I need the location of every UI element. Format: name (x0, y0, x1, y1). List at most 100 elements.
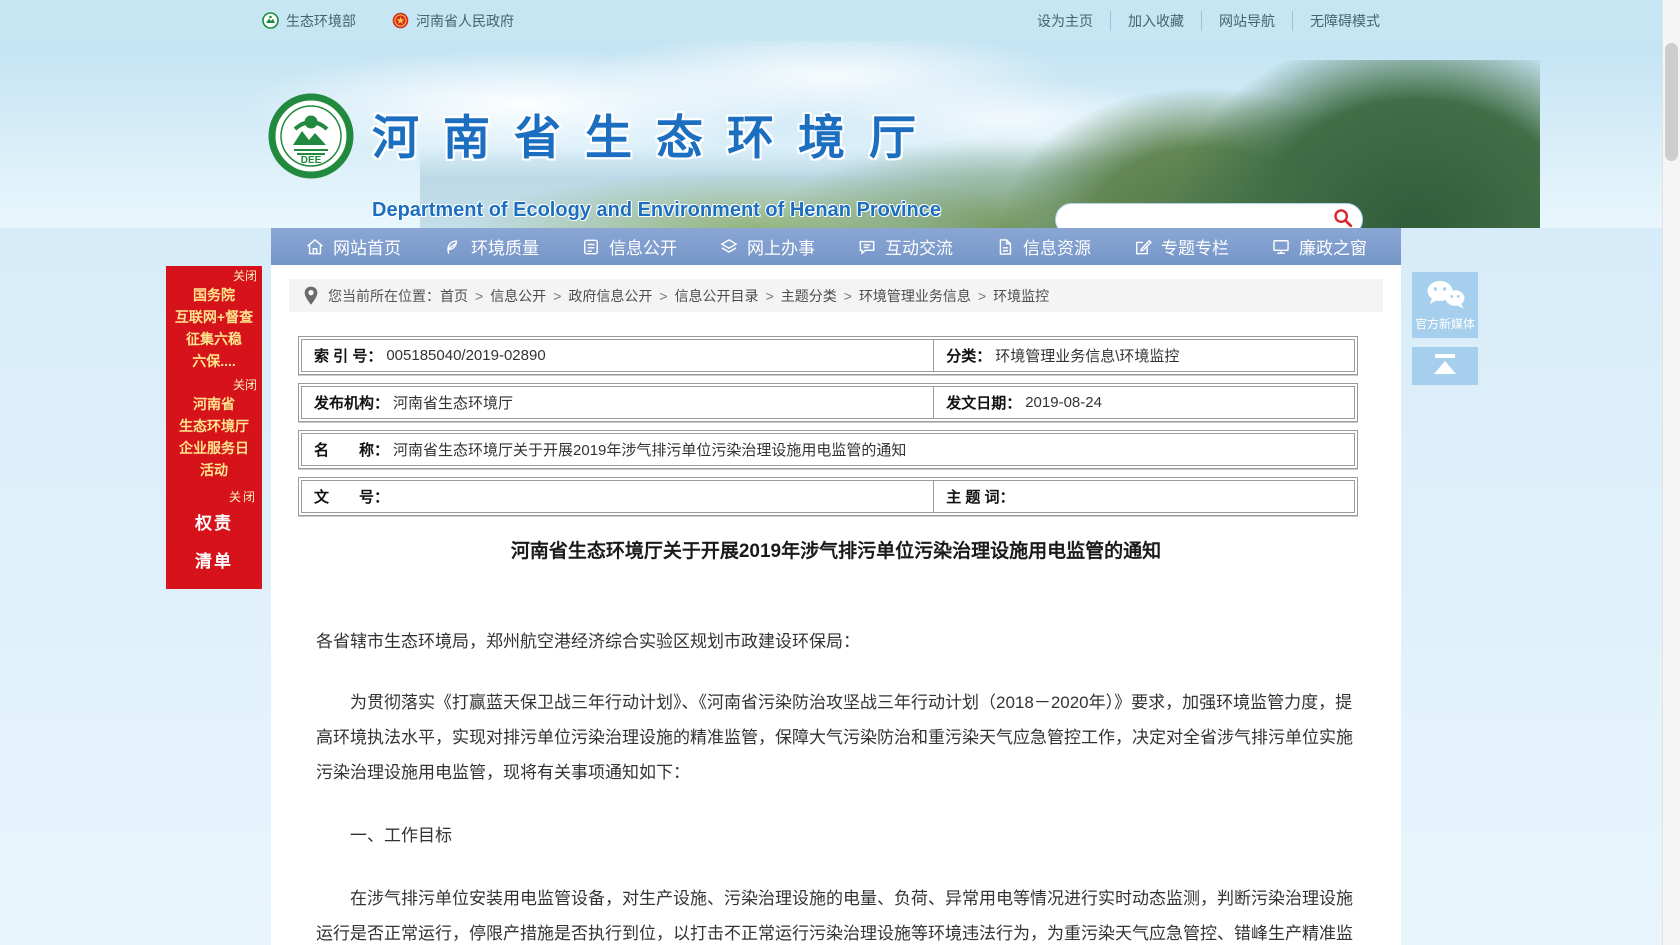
back-to-top-button[interactable] (1412, 347, 1478, 385)
float-ad-line: 权责 (166, 505, 262, 543)
link-add-favorite[interactable]: 加入收藏 (1110, 11, 1201, 31)
location-pin-icon (303, 286, 319, 306)
document-info-table: 索 引 号： 005185040/2019-02890 分类： 环境管理业务信息… (298, 336, 1358, 516)
cell-document-number: 文 号： (302, 481, 933, 512)
article-paragraph: 在涉气排污单位安装用电监管设备，对生产设施、污染治理设施的电量、负荷、异常用电等… (316, 881, 1356, 945)
topbar-tool-links: 设为主页 加入收藏 网站导航 无障碍模式 (1020, 11, 1397, 31)
close-button[interactable]: 关闭 (166, 489, 262, 505)
article-paragraph: 为贯彻落实《打赢蓝天保卫战三年行动计划》、《河南省污染防治攻坚战三年行动计划（2… (316, 685, 1356, 790)
nav-item-label: 网上办事 (747, 234, 815, 259)
article-salutation: 各省辖市生态环境局，郑州航空港经济综合实验区规划市政建设环保局： (316, 624, 1356, 659)
file-icon (995, 237, 1015, 257)
table-row: 发布机构： 河南省生态环境厅 发文日期： 2019-08-24 (298, 383, 1358, 422)
table-row: 索 引 号： 005185040/2019-02890 分类： 环境管理业务信息… (298, 336, 1358, 375)
breadcrumb-topic-category[interactable]: 主题分类 (781, 286, 837, 306)
edit-icon (1133, 237, 1153, 257)
float-ad-state-council[interactable]: 关闭 国务院 互联网+督查 征集六稳 六保.... (166, 266, 262, 380)
table-row: 文 号： 主 题 词： (298, 477, 1358, 516)
float-ad-line: 河南省 (166, 393, 262, 415)
article: 河南省生态环境厅关于开展2019年涉气排污单位污染治理设施用电监管的通知 各省辖… (316, 538, 1356, 945)
cell-document-name: 名 称： 河南省生态环境厅关于开展2019年涉气排污单位污染治理设施用电监管的通… (302, 434, 1354, 465)
float-ad-line: 活动 (166, 459, 262, 481)
breadcrumb-catalog[interactable]: 信息公开目录 (675, 286, 759, 306)
site-title: 河南省生态环境厅 (372, 99, 940, 168)
nav-item-integrity-window[interactable]: 廉政之窗 (1271, 234, 1367, 259)
vertical-scrollbar[interactable] (1662, 0, 1680, 945)
breadcrumb-env-mgmt-info[interactable]: 环境管理业务信息 (859, 286, 971, 306)
logo-dee-text: DEE (301, 155, 322, 166)
home-icon (305, 237, 325, 257)
nav-item-special-topics[interactable]: 专题专栏 (1133, 234, 1229, 259)
nav-item-label: 网站首页 (333, 234, 401, 259)
float-ad-line: 征集六稳 (166, 328, 262, 350)
breadcrumb-separator: > (844, 288, 852, 304)
search-button[interactable] (1332, 207, 1354, 228)
link-accessibility-mode[interactable]: 无障碍模式 (1292, 11, 1397, 31)
nav-item-interaction[interactable]: 互动交流 (857, 234, 953, 259)
monitor-icon (1271, 237, 1291, 257)
layers-icon (719, 237, 739, 257)
header-banner: DEE 河南省生态环境厅 Department of Ecology and E… (0, 41, 1680, 228)
site-logo: DEE (268, 93, 354, 184)
close-button[interactable]: 关闭 (166, 268, 262, 284)
wechat-icon (1422, 299, 1468, 316)
breadcrumb-separator: > (475, 288, 483, 304)
nav-item-online-services[interactable]: 网上办事 (719, 234, 815, 259)
float-ad-line: 企业服务日 (166, 437, 262, 459)
nav-item-env-quality[interactable]: 环境质量 (443, 234, 539, 259)
breadcrumb-info-disclosure[interactable]: 信息公开 (490, 286, 546, 306)
breadcrumb-prefix: 您当前所在位置： (328, 286, 440, 306)
topbar-quick-links: 生态环境部 河南省人民政府 (262, 11, 514, 31)
cell-issuing-agency: 发布机构： 河南省生态环境厅 (302, 387, 933, 418)
search-input[interactable] (1072, 212, 1332, 228)
search-box (1055, 203, 1363, 228)
float-ad-line: 互联网+督查 (166, 306, 262, 328)
breadcrumb-separator: > (766, 288, 774, 304)
nav-item-label: 互动交流 (885, 234, 953, 259)
breadcrumb-gov-info[interactable]: 政府信息公开 (568, 286, 652, 306)
nav-item-label: 信息资源 (1023, 234, 1091, 259)
nav-item-label: 环境质量 (471, 234, 539, 259)
float-ad-line: 生态环境厅 (166, 415, 262, 437)
nav-item-label: 信息公开 (609, 234, 677, 259)
link-set-homepage[interactable]: 设为主页 (1020, 11, 1110, 31)
float-ad-line: 清单 (166, 543, 262, 581)
breadcrumb-current: 环境监控 (993, 286, 1049, 306)
site-subtitle: Department of Ecology and Environment of… (372, 199, 941, 222)
back-to-top-icon (1428, 352, 1462, 381)
search-icon (1332, 207, 1354, 228)
float-ad-line: 国务院 (166, 284, 262, 306)
content-column: 您当前所在位置： 首页 > 信息公开 > 政府信息公开 > 信息公开目录 > 主… (271, 265, 1401, 945)
official-media-label: 官方新媒体 (1412, 317, 1478, 331)
cell-index-number: 索 引 号： 005185040/2019-02890 (302, 340, 933, 371)
topbar: 生态环境部 河南省人民政府 设为主页 加入收藏 网站导航 无障碍模式 (0, 0, 1680, 41)
breadcrumb-home[interactable]: 首页 (440, 286, 468, 306)
table-row: 名 称： 河南省生态环境厅关于开展2019年涉气排污单位污染治理设施用电监管的通… (298, 430, 1358, 469)
official-media-widget[interactable]: 官方新媒体 (1412, 272, 1478, 338)
mee-logo-icon (262, 12, 279, 29)
document-icon (581, 237, 601, 257)
float-ad-line: 六保.... (166, 350, 262, 372)
leaf-icon (443, 237, 463, 257)
breadcrumb: 您当前所在位置： 首页 > 信息公开 > 政府信息公开 > 信息公开目录 > 主… (289, 279, 1383, 312)
nav-item-home[interactable]: 网站首页 (305, 234, 401, 259)
chat-icon (857, 237, 877, 257)
scrollbar-thumb[interactable] (1665, 43, 1678, 161)
link-mee[interactable]: 生态环境部 (262, 11, 356, 31)
nav-item-label: 专题专栏 (1161, 234, 1229, 259)
nav-item-label: 廉政之窗 (1299, 234, 1367, 259)
float-ad-enterprise-service[interactable]: 关闭 河南省 生态环境厅 企业服务日 活动 (166, 375, 262, 489)
nav-item-info-disclosure[interactable]: 信息公开 (581, 234, 677, 259)
cell-issue-date: 发文日期： 2019-08-24 (933, 387, 1354, 418)
float-ad-responsibility-list[interactable]: 关闭 权责 清单 (166, 487, 262, 589)
link-site-map[interactable]: 网站导航 (1201, 11, 1292, 31)
link-henan-gov-label: 河南省人民政府 (416, 11, 514, 31)
cell-subject-words: 主 题 词： (933, 481, 1354, 512)
article-title: 河南省生态环境厅关于开展2019年涉气排污单位污染治理设施用电监管的通知 (316, 538, 1356, 566)
breadcrumb-separator: > (978, 288, 986, 304)
close-button[interactable]: 关闭 (166, 377, 262, 393)
article-section-heading: 一、工作目标 (316, 818, 1356, 853)
cell-category: 分类： 环境管理业务信息\环境监控 (933, 340, 1354, 371)
link-henan-gov[interactable]: 河南省人民政府 (392, 11, 514, 31)
nav-item-info-resources[interactable]: 信息资源 (995, 234, 1091, 259)
